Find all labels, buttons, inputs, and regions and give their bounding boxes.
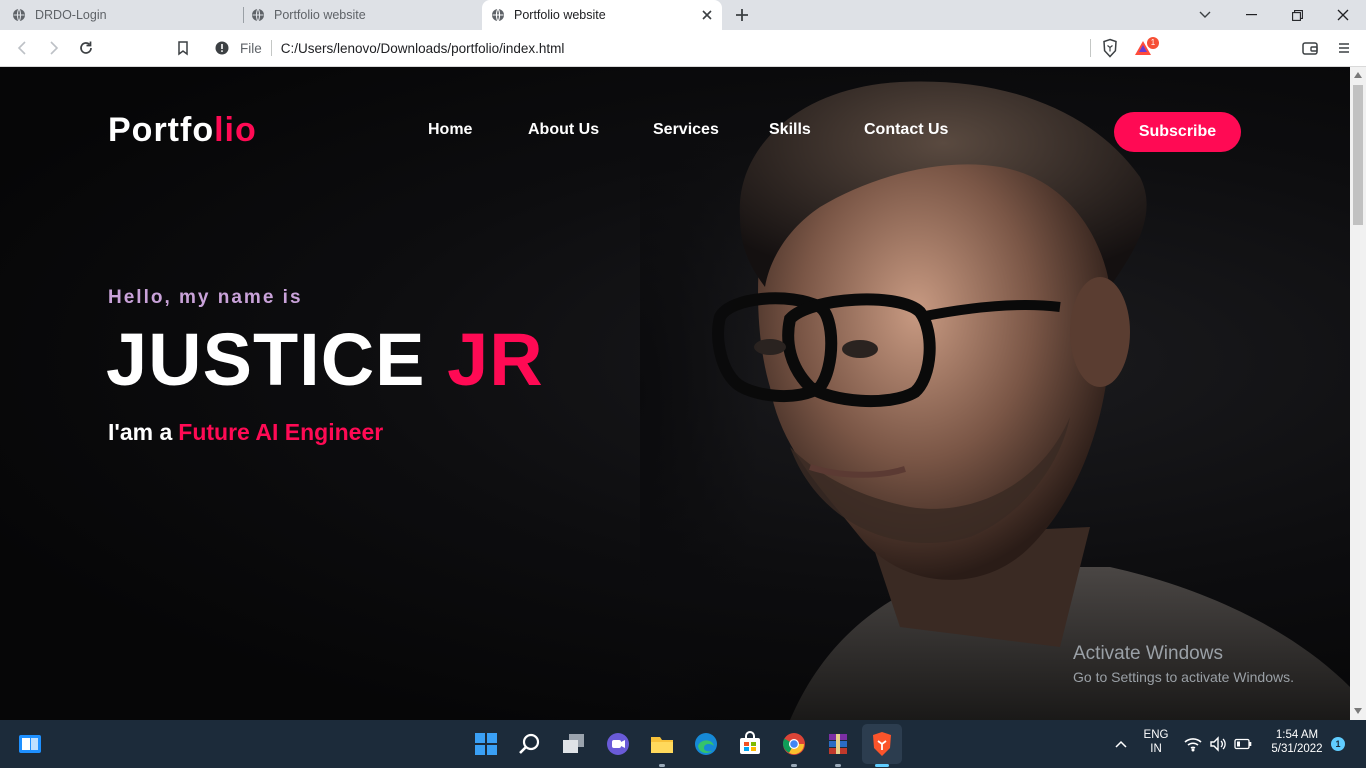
running-indicator [659,764,665,767]
scroll-up-icon[interactable] [1354,72,1362,78]
close-window-button[interactable] [1320,0,1366,30]
tab-title: Portfolio website [274,8,366,22]
hero-name-main: JUSTICE [106,318,426,401]
hero-name-accent: JR [447,318,544,401]
hero-role: I'am a Future AI Engineer [108,419,383,446]
browser-tab-strip: DRDO-Login Portfolio website Portfolio w… [0,0,1366,30]
subscribe-button[interactable]: Subscribe [1114,112,1241,152]
new-tab-icon[interactable] [733,6,751,24]
browser-toolbar: File C:/Users/lenovo/Downloads/portfolio… [0,30,1366,67]
tab-drdo-login[interactable]: DRDO-Login [12,0,242,30]
rewards-badge: 1 [1147,37,1159,49]
volume-icon[interactable] [1209,736,1227,752]
tab-title: Portfolio website [514,8,606,22]
winrar-icon[interactable] [824,730,852,758]
nav-skills[interactable]: Skills [769,121,811,139]
region-code: IN [1150,743,1162,755]
wallet-icon[interactable] [1301,39,1319,57]
toolbar-divider [1090,39,1091,57]
clock-date: 5/31/2022 [1271,743,1323,755]
hero-name: JUSTICE JR [106,317,544,402]
minimize-icon [1245,14,1257,16]
restore-button[interactable] [1274,0,1320,30]
running-indicator [791,764,797,767]
notification-badge[interactable]: 1 [1331,737,1345,751]
task-view-icon[interactable] [16,730,44,758]
edge-browser-icon[interactable] [692,730,720,758]
active-indicator [875,764,889,767]
close-icon [1337,9,1349,21]
chevron-down-icon [1199,11,1211,18]
watermark-title: Activate Windows [1073,643,1223,664]
task-switcher-icon[interactable] [560,730,588,758]
nav-home[interactable]: Home [428,121,472,139]
teams-chat-icon[interactable] [604,730,632,758]
battery-icon[interactable] [1234,738,1252,750]
bookmark-icon[interactable] [174,39,192,57]
globe-icon [13,8,25,22]
clock[interactable]: 1:54 AM 5/31/2022 [1262,729,1332,755]
clock-time: 1:54 AM [1275,729,1319,741]
back-icon[interactable] [13,39,31,57]
watermark-subtitle: Go to Settings to activate Windows. [1073,669,1294,685]
language-indicator[interactable]: ENG IN [1140,729,1172,755]
tab-separator [243,7,244,23]
reload-icon[interactable] [77,39,95,57]
brave-browser-icon[interactable] [868,730,896,758]
chevron-up-icon[interactable] [1114,737,1128,751]
windows-taskbar: ENG IN 1:54 AM 5/31/2022 1 [0,720,1366,768]
hero-portrait-image [640,67,1350,720]
restore-icon [1291,9,1303,21]
site-logo[interactable]: Portfolio [108,111,257,150]
language-code: ENG [1143,729,1169,741]
scroll-down-icon[interactable] [1354,708,1362,714]
info-icon[interactable] [215,41,229,55]
url-text[interactable]: C:/Users/lenovo/Downloads/portfolio/inde… [281,41,565,56]
tab-search-button[interactable] [1182,0,1228,30]
hero-role-accent: Future AI Engineer [178,419,384,445]
globe-icon [492,8,504,22]
tab-portfolio-1[interactable]: Portfolio website [251,0,481,30]
nav-about-us[interactable]: About Us [528,121,599,139]
logo-main: Portfo [108,111,215,149]
tab-title: DRDO-Login [35,8,107,22]
omnibox-divider [270,40,272,56]
file-explorer-icon[interactable] [648,730,676,758]
activate-windows-watermark: Activate Windows Go to Settings to activ… [1073,643,1294,685]
nav-contact-us[interactable]: Contact Us [864,121,948,139]
page-viewport: Portfolio Home About Us Services Skills … [0,67,1350,720]
logo-accent: lio [214,111,257,149]
nav-services[interactable]: Services [653,121,719,139]
start-icon[interactable] [472,730,500,758]
minimize-button[interactable] [1228,0,1274,30]
menu-icon[interactable] [1335,39,1353,57]
scroll-thumb[interactable] [1353,85,1363,225]
chrome-icon[interactable] [780,730,808,758]
globe-icon [252,8,264,22]
running-indicator [835,764,841,767]
close-tab-icon[interactable] [700,8,714,22]
brave-shields-icon[interactable] [1100,38,1120,58]
hero-greeting: Hello, my name is [108,287,303,308]
wifi-icon[interactable] [1184,736,1202,752]
url-scheme-label: File [240,40,262,56]
store-icon[interactable] [736,730,764,758]
tab-portfolio-active[interactable]: Portfolio website [482,0,722,30]
hero-role-prefix: I'am a [108,419,173,445]
address-bar[interactable]: File C:/Users/lenovo/Downloads/portfolio… [205,35,1090,61]
forward-icon[interactable] [45,39,63,57]
page-scrollbar[interactable] [1350,67,1366,720]
search-icon[interactable] [516,730,544,758]
